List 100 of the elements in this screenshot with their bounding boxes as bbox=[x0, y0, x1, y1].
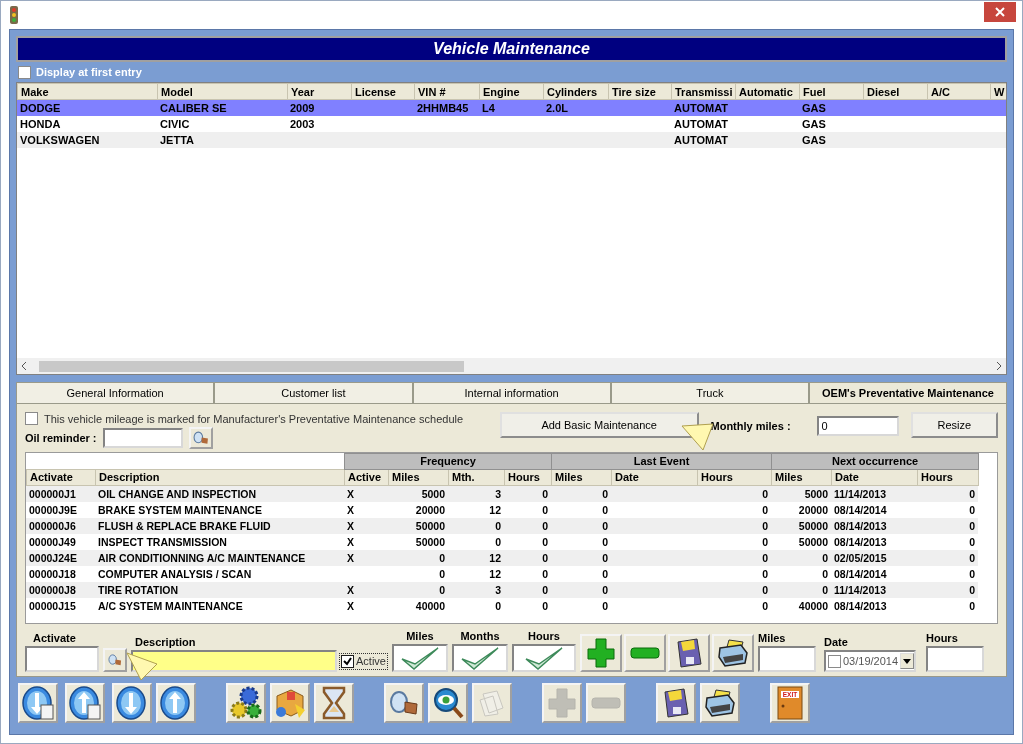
column-header[interactable]: Activate bbox=[26, 469, 96, 486]
search-button[interactable] bbox=[384, 683, 424, 723]
table-cell-text: CIVIC bbox=[159, 117, 191, 132]
dropdown-arrow-icon[interactable] bbox=[903, 658, 911, 664]
oil-reminder-field[interactable] bbox=[102, 428, 183, 448]
package-button[interactable] bbox=[270, 683, 310, 723]
table-cell-text: 0 bbox=[438, 550, 446, 566]
table-cell-text: JETTA bbox=[159, 133, 196, 148]
checkbox-label: Active bbox=[356, 655, 386, 667]
table-cell-text: TIRE ROTATION bbox=[97, 582, 180, 598]
export-up-button[interactable] bbox=[65, 683, 105, 723]
column-header[interactable]: Automatic bbox=[735, 83, 800, 100]
months-check[interactable] bbox=[451, 644, 508, 672]
hours-check[interactable] bbox=[511, 644, 576, 672]
resize-button[interactable]: Resize bbox=[910, 412, 998, 438]
activate-field[interactable] bbox=[25, 646, 99, 672]
table-cell-text: 0 bbox=[541, 598, 549, 614]
export-down-button[interactable] bbox=[18, 683, 58, 723]
monthly-miles-field[interactable]: 0 bbox=[816, 416, 899, 436]
table-cell-text: 0 bbox=[601, 518, 609, 534]
hours-field[interactable] bbox=[925, 646, 984, 672]
checkbox[interactable] bbox=[25, 412, 38, 425]
table-cell-text: HONDA bbox=[19, 117, 62, 132]
table-cell-text: X bbox=[346, 518, 355, 534]
column-group-header: Next occurrence bbox=[771, 453, 979, 470]
table-cell-text: L4 bbox=[481, 101, 496, 116]
checkbox[interactable] bbox=[18, 65, 31, 79]
checkbox[interactable] bbox=[341, 654, 354, 668]
horizontal-scrollbar[interactable] bbox=[17, 358, 1006, 374]
move-down-button[interactable] bbox=[112, 683, 152, 723]
table-cell-text: 0 bbox=[821, 566, 829, 582]
save-button[interactable] bbox=[667, 634, 710, 672]
tab[interactable]: OEM's Preventative Maintenance bbox=[809, 382, 1007, 403]
table-cell-text: OIL CHANGE AND INSPECTION bbox=[97, 486, 258, 502]
column-header[interactable]: Year bbox=[287, 83, 352, 100]
print-button[interactable] bbox=[700, 683, 740, 723]
column-header[interactable]: Transmissi bbox=[671, 83, 736, 100]
tab[interactable]: Customer list bbox=[214, 382, 413, 403]
table-cell-text: 0 bbox=[494, 598, 502, 614]
table-cell-text: 0 bbox=[761, 566, 769, 582]
column-header[interactable]: VIN # bbox=[414, 83, 480, 100]
settings-button[interactable] bbox=[226, 683, 266, 723]
table-cell-text: 0 bbox=[541, 486, 549, 502]
move-up-button[interactable] bbox=[156, 683, 196, 723]
column-header[interactable]: Make bbox=[17, 83, 158, 100]
table-cell-text: 0 bbox=[761, 598, 769, 614]
table-cell-text: 0 bbox=[968, 534, 976, 550]
date-picker[interactable]: 03/19/2014 bbox=[823, 650, 916, 672]
column-header[interactable]: Model bbox=[157, 83, 288, 100]
table-cell-text: AIR CONDITIONNING A/C MAINTENANCE bbox=[97, 550, 307, 566]
field-label: Miles bbox=[757, 632, 786, 644]
table-cell-text: 0 bbox=[541, 582, 549, 598]
save-button[interactable] bbox=[656, 683, 696, 723]
scroll-right-icon[interactable] bbox=[996, 362, 1002, 370]
add-button[interactable] bbox=[579, 634, 622, 672]
column-header[interactable]: Engine bbox=[479, 83, 544, 100]
miles-field[interactable] bbox=[757, 646, 816, 672]
table-cell-text: 0 bbox=[541, 502, 549, 518]
table-cell-text: 5000 bbox=[420, 486, 446, 502]
tab[interactable]: General Information bbox=[16, 382, 215, 403]
table-cell-text: 5000 bbox=[803, 486, 829, 502]
column-header[interactable]: Diesel bbox=[863, 83, 928, 100]
table-cell-text: 0 bbox=[968, 502, 976, 518]
print-button[interactable] bbox=[711, 634, 754, 672]
search-button[interactable] bbox=[188, 427, 213, 449]
history-button[interactable] bbox=[314, 683, 354, 723]
column-header[interactable]: Description bbox=[95, 469, 345, 486]
column-header[interactable]: Fuel bbox=[799, 83, 864, 100]
table-cell-text: 0 bbox=[761, 486, 769, 502]
table-row[interactable]: VOLKSWAGEN JETTA AUTOMAT GAS bbox=[17, 132, 1006, 148]
table-cell-text: 08/14/2013 bbox=[833, 598, 888, 614]
field-label: Miles bbox=[406, 630, 434, 642]
table-cell-text: 50000 bbox=[797, 534, 829, 550]
miles-check[interactable] bbox=[391, 644, 448, 672]
view-button[interactable] bbox=[428, 683, 468, 723]
table-cell-text: 0000J24E bbox=[28, 550, 78, 566]
magnifier-icon bbox=[108, 653, 122, 667]
column-header[interactable]: License bbox=[351, 83, 415, 100]
table-cell-text: 0 bbox=[438, 566, 446, 582]
table-cell-text: X bbox=[346, 550, 355, 566]
close-button[interactable] bbox=[984, 2, 1016, 22]
table-row[interactable]: DODGE CALIBER SE 2009 2HHMB45 L4 2.0L AUTOMAT GAS bbox=[17, 100, 1006, 116]
eye-magnifier-icon bbox=[432, 687, 464, 719]
table-cell-text: COMPUTER ANALYSIS / SCAN bbox=[97, 566, 253, 582]
tab[interactable]: Internal information bbox=[412, 382, 611, 403]
tab[interactable]: Truck bbox=[610, 382, 809, 403]
column-header[interactable]: Tire size bbox=[608, 83, 672, 100]
table-cell-text: 08/14/2014 bbox=[833, 566, 888, 582]
table-cell-text: X bbox=[346, 534, 355, 550]
table-cell-text: 0 bbox=[601, 582, 609, 598]
remove-button[interactable] bbox=[623, 634, 666, 672]
add-basic-maintenance-button[interactable]: Add Basic Maintenance bbox=[499, 412, 699, 438]
column-header[interactable]: Cylinders bbox=[543, 83, 609, 100]
table-cell-text: 0 bbox=[761, 502, 769, 518]
table-cell-text: 0 bbox=[541, 534, 549, 550]
table-cell-text: 2003 bbox=[289, 117, 316, 132]
table-cell-text: 2.0L bbox=[545, 101, 569, 116]
search-button[interactable] bbox=[103, 648, 127, 672]
scroll-left-icon[interactable] bbox=[21, 362, 27, 370]
column-header[interactable]: A/C bbox=[927, 83, 991, 100]
